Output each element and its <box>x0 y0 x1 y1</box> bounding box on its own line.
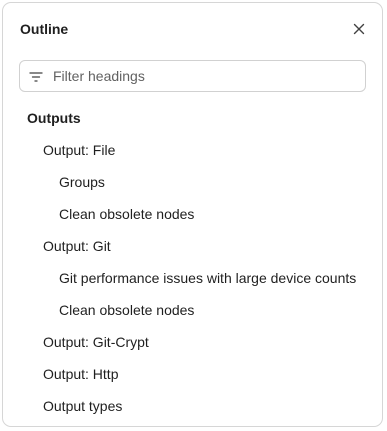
filter-headings-input[interactable] <box>53 61 353 91</box>
heading-item[interactable]: Output: Git <box>3 230 382 262</box>
heading-item[interactable]: Output: File <box>3 134 382 166</box>
heading-item[interactable]: Clean obsolete nodes <box>3 198 382 230</box>
filter-icon <box>29 72 43 82</box>
outline-panel: Outline Outputs Output: File Groups Clea… <box>2 2 383 427</box>
filter-search-box[interactable] <box>19 60 366 92</box>
heading-item[interactable]: Outputs <box>3 102 382 134</box>
heading-item[interactable]: Output: Http <box>3 358 382 390</box>
heading-item[interactable]: Output: Git-Crypt <box>3 326 382 358</box>
heading-item[interactable]: Clean obsolete nodes <box>3 294 382 326</box>
heading-item[interactable]: Git performance issues with large device… <box>3 262 382 294</box>
close-icon <box>353 23 365 35</box>
heading-item[interactable]: Output types <box>3 390 382 422</box>
panel-title: Outline <box>20 21 69 37</box>
heading-item[interactable]: Groups <box>3 166 382 198</box>
close-button[interactable] <box>348 18 370 40</box>
headings-tree: Outputs Output: File Groups Clean obsole… <box>3 102 382 422</box>
outline-header: Outline <box>3 3 382 55</box>
